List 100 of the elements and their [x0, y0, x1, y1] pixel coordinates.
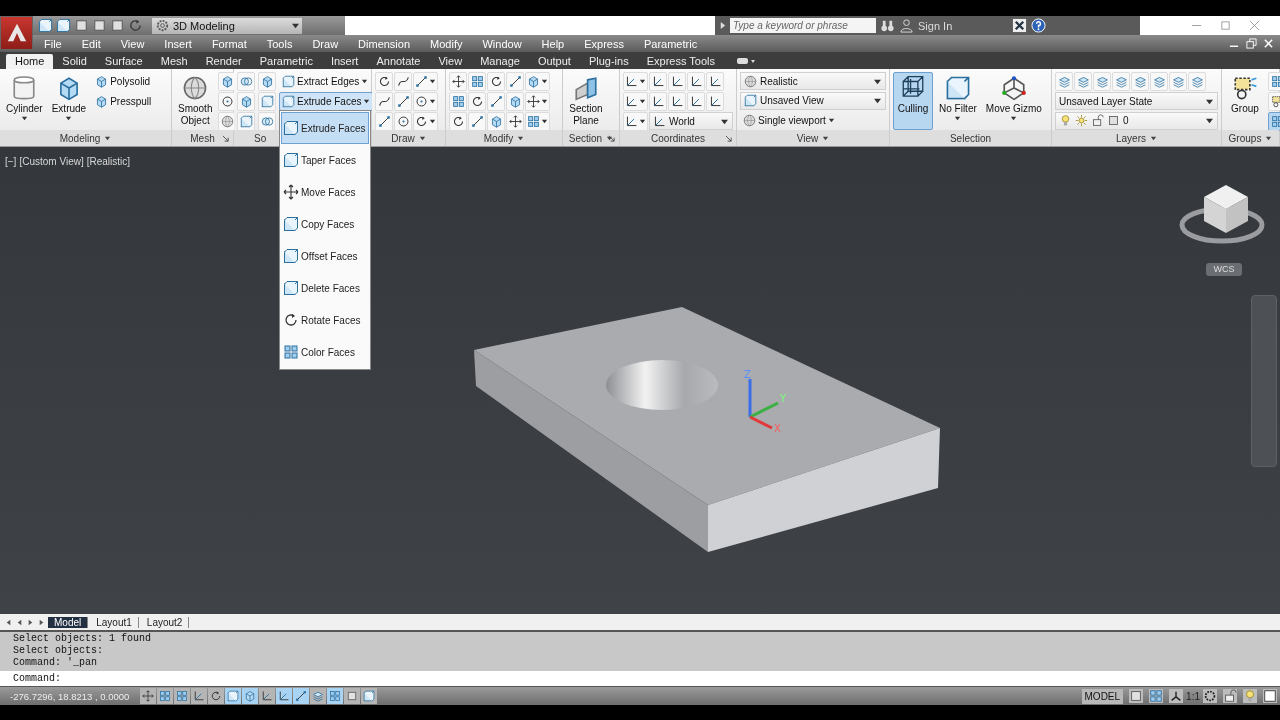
status-toggle[interactable]	[208, 688, 224, 704]
menu-item[interactable]: View	[110, 37, 155, 50]
layout-tab[interactable]: Layout1	[90, 616, 139, 628]
status-toggle[interactable]	[327, 688, 343, 704]
annotation-scale[interactable]: 1:1	[1186, 690, 1200, 702]
tool-button[interactable]: Culling	[893, 72, 933, 130]
ribbon-tab[interactable]: Annotate	[367, 54, 430, 69]
square-icon[interactable]	[74, 18, 89, 33]
menu-item[interactable]: Express	[574, 37, 634, 50]
square-icon[interactable]	[92, 18, 107, 33]
lock-icon[interactable]	[1223, 689, 1237, 703]
status-toggle[interactable]	[191, 688, 207, 704]
ribbon-tab[interactable]: Parametric	[250, 54, 322, 69]
menu-item[interactable]: Parametric	[633, 37, 708, 50]
viewport-control[interactable]: [Realistic]	[86, 156, 131, 167]
tool-button[interactable]: Move Gizmo	[982, 72, 1045, 130]
workspace-dropdown[interactable]: 3D Modeling	[152, 17, 302, 34]
menu-item[interactable]: Tools	[256, 37, 303, 50]
panel-title[interactable]: Section	[568, 132, 614, 144]
panel-title[interactable]: Layers	[1116, 132, 1157, 144]
menu-item[interactable]: Edit	[71, 37, 111, 50]
box-icon[interactable]	[38, 18, 53, 33]
menu-item[interactable]: Insert	[154, 37, 202, 50]
panel-title[interactable]: Selection	[949, 132, 992, 144]
menu-item[interactable]: Help	[531, 37, 575, 50]
panel-title[interactable]: Coordinates	[651, 132, 705, 144]
panel-toggle-icon[interactable]	[735, 56, 756, 66]
status-toggle[interactable]	[225, 688, 241, 704]
ribbon-tab[interactable]: View	[429, 54, 472, 69]
menu-item[interactable]: File	[34, 37, 72, 50]
layout-tab[interactable]: Model	[48, 616, 89, 628]
menu-item[interactable]: Copy Faces	[281, 208, 369, 240]
search-field[interactable]: Type a keyword or phrase	[730, 18, 876, 33]
close-icon[interactable]	[1249, 20, 1260, 31]
status-toggle[interactable]	[242, 688, 258, 704]
binoculars-icon[interactable]	[880, 18, 895, 33]
menu-item[interactable]: Offset Faces	[281, 240, 369, 272]
ribbon-tab[interactable]: Plug-ins	[579, 54, 638, 69]
menu-item[interactable]: Extrude Faces	[281, 112, 369, 144]
menu-item[interactable]: Modify	[420, 37, 473, 50]
tool-button[interactable]: Single viewport	[740, 111, 838, 130]
menu-item[interactable]: Taper Faces	[281, 144, 369, 176]
ribbon-tab[interactable]: Express Tools	[637, 54, 724, 69]
tool-button[interactable]: Extrude Faces	[279, 92, 374, 111]
application-menu-button[interactable]	[0, 16, 33, 50]
tool-button[interactable]: Cylinder	[3, 72, 46, 130]
dialog-launcher-icon[interactable]	[725, 135, 732, 142]
user-icon[interactable]	[899, 18, 914, 33]
sign-in-link[interactable]: Sign In	[918, 19, 1008, 32]
square-icon[interactable]	[110, 18, 125, 33]
dropdown[interactable]: Realistic	[740, 72, 886, 90]
status-toggle[interactable]	[361, 688, 377, 704]
ribbon-tab[interactable]: Insert	[321, 54, 368, 69]
tool-button[interactable]: No Filter	[936, 72, 980, 130]
restore-icon[interactable]	[1246, 38, 1257, 49]
dialog-launcher-icon[interactable]	[222, 135, 229, 142]
ribbon-tab[interactable]: Mesh	[151, 54, 197, 69]
help-icon[interactable]	[1031, 18, 1046, 33]
status-toggle[interactable]	[259, 688, 275, 704]
menu-item[interactable]: Move Faces	[281, 176, 369, 208]
dropdown[interactable]: Unsaved Layer State	[1055, 92, 1218, 110]
dropdown[interactable]: Unsaved View	[740, 91, 886, 110]
viewcube-drawing[interactable]	[1179, 185, 1265, 244]
panel-title[interactable]: Mesh	[190, 132, 215, 144]
ribbon-tab[interactable]: Surface	[95, 54, 152, 69]
panel-title[interactable]: Modeling	[59, 132, 112, 144]
ribbon-tab[interactable]: Output	[528, 54, 580, 69]
wcs-menu[interactable]: WCS	[1206, 263, 1242, 276]
menu-item[interactable]: Dimension	[348, 37, 421, 50]
ribbon-tab[interactable]: Solid	[53, 54, 96, 69]
dialog-launcher-icon[interactable]	[608, 135, 615, 142]
box-icon[interactable]	[56, 18, 71, 33]
status-toggle[interactable]	[293, 688, 309, 704]
menu-item[interactable]: Rotate Faces	[281, 304, 369, 336]
model-space-button[interactable]: MODEL	[1081, 688, 1124, 704]
status-toggle[interactable]	[344, 688, 360, 704]
panel-title[interactable]: Draw	[391, 132, 426, 144]
status-toggle[interactable]	[174, 688, 190, 704]
ribbon-tab[interactable]: Home	[6, 54, 54, 69]
viewport-control[interactable]: [Custom View]	[19, 156, 84, 167]
menu-item[interactable]: Window	[472, 37, 532, 50]
status-toggle[interactable]	[140, 688, 156, 704]
viewport-control[interactable]: [−]	[5, 156, 17, 167]
dropdown[interactable]: World	[649, 112, 733, 130]
panel-title[interactable]: View	[796, 132, 830, 144]
status-toggle[interactable]	[276, 688, 292, 704]
ribbon-tab[interactable]: Render	[196, 54, 251, 69]
menu-item[interactable]: Color Faces	[281, 336, 369, 368]
panel-title[interactable]: Modify	[483, 132, 525, 144]
panel-title[interactable]: So	[254, 132, 267, 144]
dropdown[interactable]: 0	[1055, 111, 1218, 130]
rotate-icon[interactable]	[128, 18, 143, 33]
status-toggle[interactable]	[310, 688, 326, 704]
layout-tab[interactable]: Layout2	[140, 616, 190, 628]
ribbon-tab[interactable]: Manage	[471, 54, 529, 69]
menu-item[interactable]: Format	[201, 37, 257, 50]
expand-icon[interactable]	[719, 22, 726, 29]
status-toggle[interactable]	[157, 688, 173, 704]
menu-item[interactable]: Delete Faces	[281, 272, 369, 304]
tool-button[interactable]: Polysolid	[92, 72, 155, 91]
